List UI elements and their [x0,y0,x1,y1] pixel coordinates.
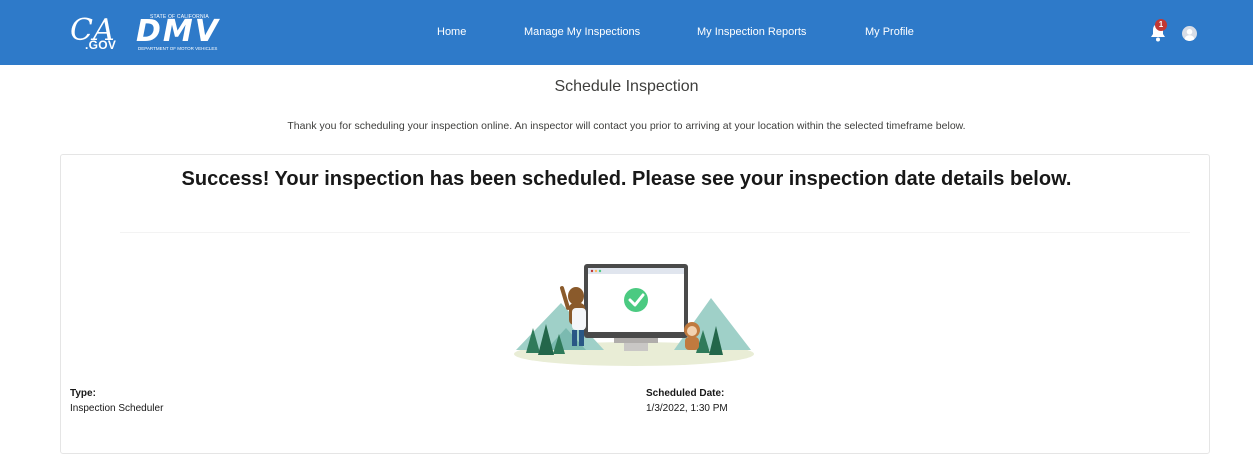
dmv-logo-main-text: DMV [136,14,220,49]
nav-home[interactable]: Home [437,0,466,65]
intro-text: Thank you for scheduling your inspection… [287,120,966,132]
type-label: Type: [70,388,96,399]
dmv-logo[interactable]: STATE OF CALIFORNIA DMV DEPARTMENT OF MO… [136,14,232,52]
type-value: Inspection Scheduler [70,403,164,414]
user-avatar-icon[interactable] [1182,26,1197,41]
success-message: Success! Your inspection has been schedu… [181,168,1072,190]
page-title: Schedule Inspection [554,78,699,95]
top-navigation-bar: CA .GOV STATE OF CALIFORNIA DMV DEPARTME… [0,0,1253,65]
success-illustration [514,264,754,366]
notification-badge: 1 [1155,19,1167,31]
dmv-logo-bottom-text: DEPARTMENT OF MOTOR VEHICLES [138,46,218,51]
divider [120,232,1190,233]
nav-my-inspection-reports[interactable]: My Inspection Reports [697,0,806,65]
nav-manage-my-inspections[interactable]: Manage My Inspections [524,0,640,65]
scheduled-date-value: 1/3/2022, 1:30 PM [646,403,728,414]
scheduled-date-label: Scheduled Date: [646,388,725,399]
ca-logo-suffix: .GOV [85,38,117,52]
ca-gov-logo[interactable]: CA .GOV [70,14,120,54]
nav-my-profile[interactable]: My Profile [865,0,914,65]
